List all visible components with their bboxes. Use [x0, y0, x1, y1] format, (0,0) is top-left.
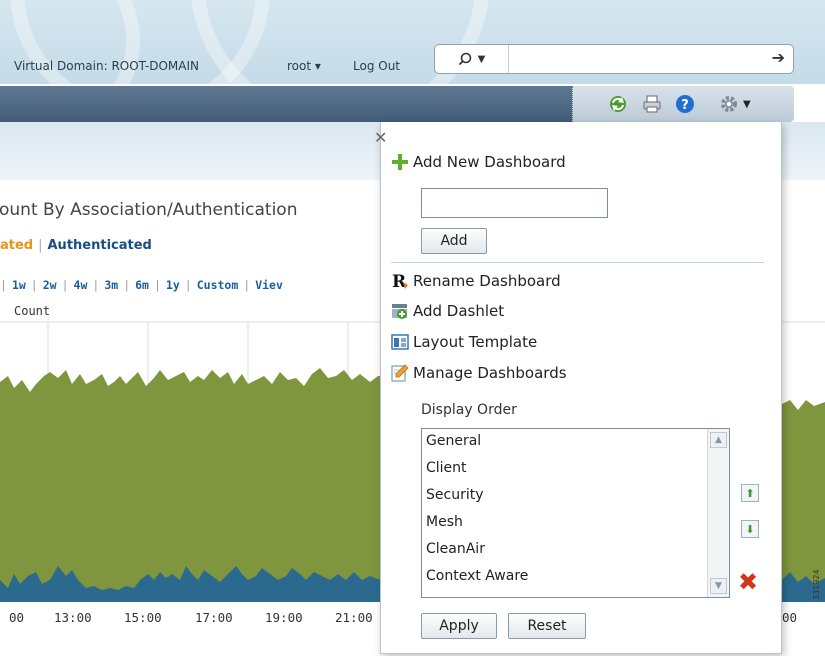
range-4w[interactable]: 4w — [74, 278, 88, 292]
x-tick-label: 00 — [9, 610, 25, 625]
range-1w[interactable]: 1w — [12, 278, 26, 292]
search-scope-dropdown[interactable]: ▼ — [435, 45, 509, 73]
tab-authenticated[interactable]: Authenticated — [48, 238, 152, 253]
display-order-list[interactable]: General Client Security Mesh CleanAir Co… — [421, 428, 730, 598]
print-icon[interactable] — [641, 93, 663, 115]
move-down-button[interactable]: ⬇ — [741, 520, 759, 538]
dashlet-tabs: ated | Authenticated — [0, 238, 152, 253]
add-new-dashboard-label: Add New Dashboard — [413, 153, 566, 171]
gear-icon[interactable]: ▼ — [719, 93, 761, 115]
apply-button[interactable]: Apply — [421, 613, 497, 639]
global-search: ▼ ➔ — [434, 44, 794, 74]
range-custom[interactable]: Custom — [197, 278, 239, 292]
time-range-selector: | 1w | 2w | 4w | 3m | 6m | 1y | Custom | Viev — [0, 278, 283, 292]
range-view[interactable]: Viev — [255, 278, 283, 292]
manage-dashboards-label: Manage Dashboards — [413, 364, 567, 382]
range-separator: | — [61, 278, 69, 292]
add-dashlet-item[interactable]: Add Dashlet — [391, 302, 504, 320]
add-new-dashboard-heading: Add New Dashboard — [391, 153, 566, 171]
arrow-up-icon: ⬆ — [745, 486, 755, 500]
rename-dashboard-item[interactable]: R Rename Dashboard — [391, 272, 561, 290]
y-axis-label: Count — [14, 304, 51, 318]
x-tick-label: 13:00 — [54, 610, 92, 625]
associated-area — [0, 368, 380, 602]
rename-icon: R — [391, 272, 409, 290]
svg-text:?: ? — [681, 98, 689, 113]
search-input[interactable] — [515, 49, 755, 69]
add-dashboard-button[interactable]: Add — [421, 228, 487, 254]
range-separator: | — [243, 278, 251, 292]
chevron-down-icon: ▼ — [743, 98, 751, 110]
edit-icon — [391, 364, 409, 382]
dashboard-toolbar: ? ▼ — [572, 86, 794, 122]
rename-dashboard-label: Rename Dashboard — [413, 272, 561, 290]
range-separator: | — [92, 278, 100, 292]
close-icon[interactable]: ✕ — [374, 128, 387, 147]
range-separator: | — [153, 278, 161, 292]
scroll-down-icon[interactable]: ▼ — [710, 578, 727, 594]
help-icon[interactable]: ? — [674, 93, 696, 115]
reset-button[interactable]: Reset — [508, 613, 586, 639]
layout-icon — [391, 333, 409, 351]
layout-template-item[interactable]: Layout Template — [391, 333, 537, 351]
chevron-down-icon: ▼ — [477, 53, 486, 65]
x-tick-label: 21:00 — [335, 610, 373, 625]
list-item[interactable]: CleanAir — [422, 537, 729, 564]
list-scrollbar[interactable]: ▲ ▼ — [707, 429, 729, 597]
display-order-label: Display Order — [421, 402, 517, 418]
delete-icon[interactable]: ✖ — [738, 568, 758, 596]
list-item[interactable]: Context Aware — [422, 564, 729, 591]
range-separator: | — [0, 278, 7, 292]
dashlet-title: ount By Association/Authentication — [0, 200, 297, 220]
x-tick-label: 19:00 — [265, 610, 303, 625]
range-6m[interactable]: 6m — [135, 278, 149, 292]
range-2w[interactable]: 2w — [43, 278, 57, 292]
list-item[interactable]: Mesh — [422, 510, 729, 537]
scroll-up-icon[interactable]: ▲ — [710, 432, 727, 448]
range-3m[interactable]: 3m — [104, 278, 118, 292]
figure-id: 331924 — [812, 569, 821, 600]
tab-associated[interactable]: ated — [0, 238, 33, 253]
range-separator: | — [30, 278, 38, 292]
range-separator: | — [123, 278, 131, 292]
user-menu[interactable]: root ▾ — [287, 59, 321, 73]
layout-template-label: Layout Template — [413, 333, 538, 351]
refresh-icon[interactable] — [607, 93, 629, 115]
range-1y[interactable]: 1y — [166, 278, 180, 292]
x-tick-label: 00 — [782, 610, 798, 625]
add-dashlet-label: Add Dashlet — [413, 302, 505, 320]
plus-icon — [391, 153, 409, 171]
manage-dashboards-item[interactable]: Manage Dashboards — [391, 364, 567, 382]
move-up-button[interactable]: ⬆ — [741, 484, 759, 502]
logout-link[interactable]: Log Out — [353, 59, 400, 73]
list-item[interactable]: Client — [422, 456, 729, 483]
range-separator: | — [184, 278, 192, 292]
dashlet-title-text: ount By Association/Authentication — [0, 200, 298, 220]
add-dashlet-icon — [391, 302, 409, 320]
x-tick-label: 17:00 — [195, 610, 233, 625]
dashboard-name-field[interactable] — [421, 188, 608, 218]
tab-separator: | — [38, 238, 43, 253]
search-icon — [458, 52, 471, 66]
virtual-domain-label: Virtual Domain: ROOT-DOMAIN — [14, 59, 199, 73]
x-tick-label: 15:00 — [124, 610, 162, 625]
list-item[interactable]: General — [422, 429, 729, 456]
popup-divider — [391, 262, 764, 263]
arrow-right-icon[interactable]: ➔ — [772, 48, 785, 67]
arrow-down-icon: ⬇ — [745, 522, 755, 536]
list-item[interactable]: Security — [422, 483, 729, 510]
